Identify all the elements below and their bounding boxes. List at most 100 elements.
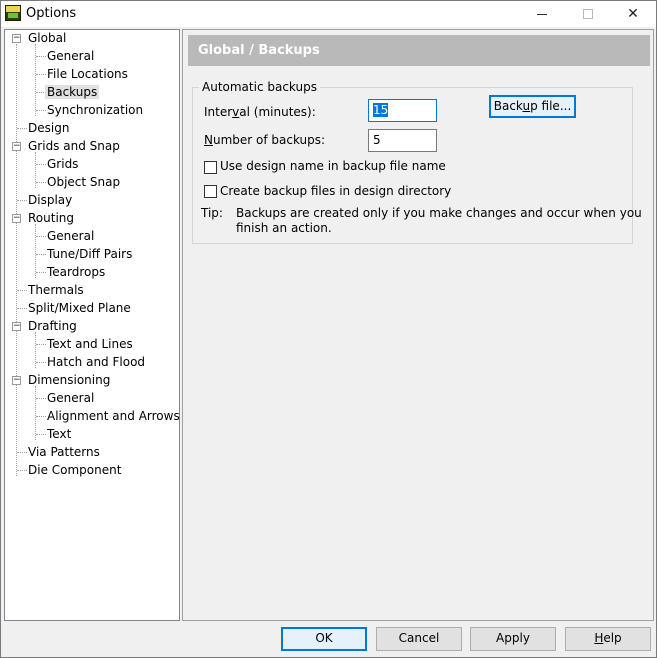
help-label-key: H: [594, 631, 604, 645]
tree-item-drafting[interactable]: Drafting: [26, 317, 79, 335]
design-name-checkbox[interactable]: [204, 161, 217, 174]
interval-value: 15: [373, 103, 389, 117]
maximize-button[interactable]: [565, 1, 611, 27]
tree-item-label: File Locations: [47, 67, 128, 81]
collapse-icon[interactable]: −: [12, 214, 21, 223]
tree-item-label: General: [47, 229, 95, 243]
collapse-icon[interactable]: −: [12, 142, 21, 151]
tree-item-label: Split/Mixed Plane: [28, 301, 131, 315]
maximize-icon: [583, 9, 593, 19]
tree-item-text-and-lines[interactable]: Text and Lines: [45, 335, 135, 353]
tree-item-via-patterns[interactable]: Via Patterns: [26, 443, 102, 461]
design-directory-checkbox[interactable]: [204, 185, 217, 198]
apply-label: Apply: [496, 631, 530, 645]
ok-button[interactable]: OK: [281, 627, 367, 651]
tree-item-synchronization[interactable]: Synchronization: [45, 101, 145, 119]
tree-item-thermals[interactable]: Thermals: [26, 281, 86, 299]
tree-item-label: Text: [47, 427, 72, 441]
help-label-post: elp: [603, 631, 622, 645]
interval-input[interactable]: 15: [368, 99, 437, 122]
backup-button-pre: Back: [493, 99, 523, 113]
tree-item-label: Drafting: [28, 319, 77, 333]
cancel-label: Cancel: [398, 631, 440, 645]
tree-item-label: Design: [28, 121, 70, 135]
tree-item-hatch-and-flood[interactable]: Hatch and Flood: [45, 353, 147, 371]
tree-item-label: General: [47, 391, 95, 405]
tip-label: Tip:: [201, 206, 223, 220]
interval-label-pre: Inter: [204, 105, 233, 119]
backup-button-post: p file...: [530, 99, 572, 113]
tree-item-text[interactable]: Text: [45, 425, 73, 443]
pads-icon: [5, 5, 21, 21]
number-of-backups-label: Number of backups:: [204, 133, 325, 147]
backup-file-button[interactable]: Backup file...: [489, 95, 576, 118]
tree-item-label: Global: [28, 31, 67, 45]
tree-item-tune-diff-pairs[interactable]: Tune/Diff Pairs: [45, 245, 134, 263]
tree-item-label: Tune/Diff Pairs: [47, 247, 133, 261]
tree-item-global-general[interactable]: General: [45, 47, 96, 65]
tree-item-backups[interactable]: Backups: [45, 83, 100, 101]
tree-item-label: Alignment and Arrows: [47, 409, 180, 423]
tree-item-label: Hatch and Flood: [47, 355, 146, 369]
tree-item-label: Grids: [47, 157, 79, 171]
tree-line: [16, 44, 17, 476]
tree-item-design[interactable]: Design: [26, 119, 71, 137]
number-of-backups-input[interactable]: 5: [368, 129, 437, 152]
tree-item-label: Dimensioning: [28, 373, 111, 387]
tree-item-display[interactable]: Display: [26, 191, 74, 209]
design-name-checkbox-label[interactable]: Use design name in backup file name: [220, 159, 446, 173]
tree-item-global[interactable]: Global: [26, 29, 68, 47]
tree-item-routing-general[interactable]: General: [45, 227, 96, 245]
tree-item-label: Synchronization: [47, 103, 144, 117]
apply-button[interactable]: Apply: [470, 627, 556, 651]
design-directory-checkbox-label[interactable]: Create backup files in design directory: [220, 184, 451, 198]
tree-item-label: Die Component: [28, 463, 122, 477]
minimize-button[interactable]: [519, 1, 565, 27]
tree-line: [35, 224, 36, 278]
tree-line: [35, 386, 36, 440]
interval-label-post: al (minutes):: [239, 105, 316, 119]
tree-item-routing[interactable]: Routing: [26, 209, 76, 227]
tree-item-grids[interactable]: Grids: [45, 155, 80, 173]
tree-item-label: Via Patterns: [28, 445, 100, 459]
tree-item-label: Object Snap: [47, 175, 121, 189]
minimize-icon: [537, 14, 547, 15]
tree-item-label: Teardrops: [47, 265, 106, 279]
tree-item-label: Backups: [45, 85, 100, 99]
number-label-post: umber of backups:: [212, 133, 326, 147]
tree-item-dimensioning-general[interactable]: General: [45, 389, 96, 407]
tree-item-label: General: [47, 49, 95, 63]
number-value: 5: [373, 133, 381, 147]
tree-item-label: Thermals: [28, 283, 84, 297]
pads-icon-mid: [8, 13, 18, 18]
tree-item-teardrops[interactable]: Teardrops: [45, 263, 107, 281]
cancel-button[interactable]: Cancel: [376, 627, 462, 651]
tree-item-file-locations[interactable]: File Locations: [45, 65, 130, 83]
collapse-icon[interactable]: −: [12, 34, 21, 43]
tree-item-split-mixed-plane[interactable]: Split/Mixed Plane: [26, 299, 133, 317]
tree-item-object-snap[interactable]: Object Snap: [45, 173, 122, 191]
window-title: Options: [26, 6, 77, 21]
title-bar: Options ✕: [1, 1, 656, 27]
close-button[interactable]: ✕: [610, 1, 656, 27]
interval-label: Interval (minutes):: [204, 105, 316, 119]
options-dialog: Options ✕ Global − General File Location…: [0, 0, 657, 658]
tree-item-label: Routing: [28, 211, 75, 225]
tree-item-alignment-and-arrows[interactable]: Alignment and Arrows: [45, 407, 182, 425]
group-title: Automatic backups: [199, 80, 320, 94]
backup-button-key: u: [522, 99, 531, 113]
help-button[interactable]: Help: [565, 627, 651, 651]
tree-item-dimensioning[interactable]: Dimensioning: [26, 371, 112, 389]
tree-item-label: Display: [28, 193, 73, 207]
tree-item-label: Text and Lines: [47, 337, 133, 351]
pads-icon-top: [6, 6, 20, 12]
category-tree[interactable]: Global − General File Locations Backups …: [4, 29, 180, 621]
collapse-icon[interactable]: −: [12, 376, 21, 385]
tree-line: [35, 44, 36, 116]
tree-item-grids-and-snap[interactable]: Grids and Snap: [26, 137, 122, 155]
collapse-icon[interactable]: −: [12, 322, 21, 331]
number-label-key: N: [204, 133, 213, 147]
tip-text-line1: Backups are created only if you make cha…: [236, 206, 642, 220]
tree-item-die-component[interactable]: Die Component: [26, 461, 123, 479]
panel-header: Global / Backups: [188, 35, 650, 66]
